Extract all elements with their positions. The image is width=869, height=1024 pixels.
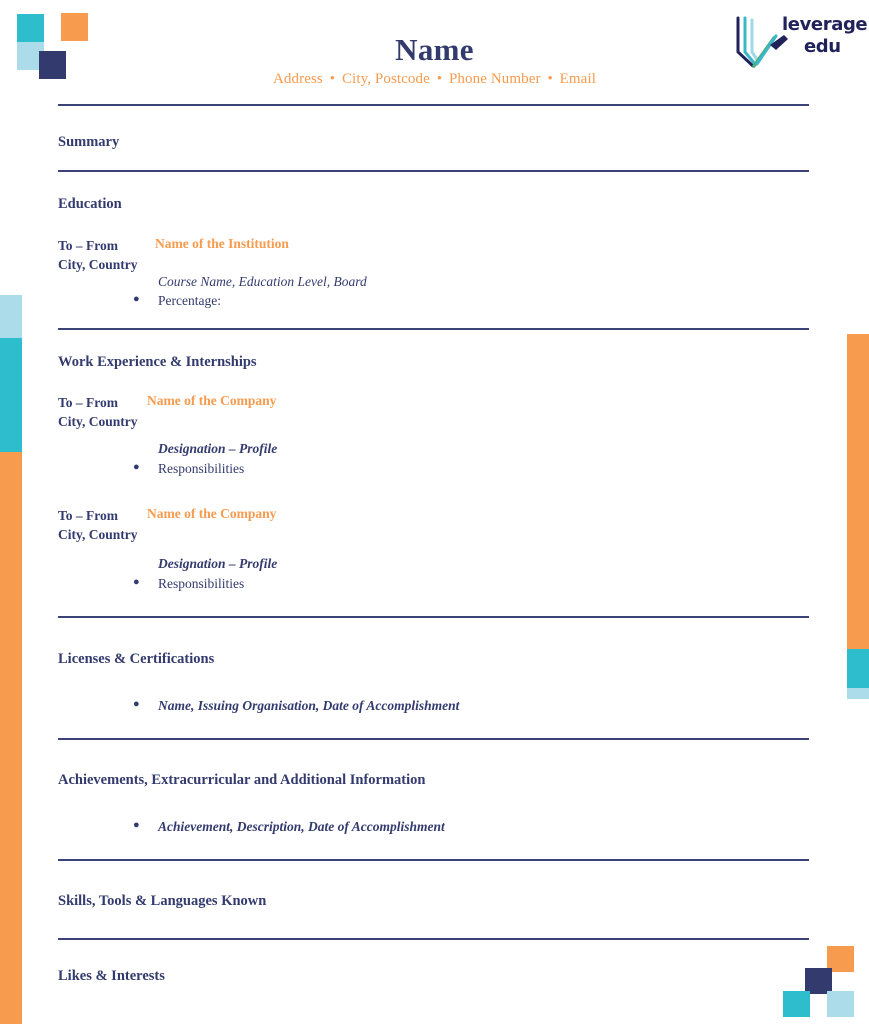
logo-wordmark: leverage edu: [782, 14, 868, 57]
section-heading-likes: Likes & Interests: [58, 968, 165, 984]
work-bullet-text: Responsibilities: [158, 461, 245, 476]
contact-phone: Phone Number: [448, 71, 541, 87]
leverage-edu-logo: leverage edu: [728, 14, 868, 72]
divider-licenses: [58, 738, 809, 740]
work-bullet: ● Responsibilities: [133, 576, 244, 592]
education-location: City, Country: [58, 257, 138, 272]
section-heading-education: Education: [58, 196, 122, 212]
education-bullet-text: Percentage:: [158, 293, 221, 308]
deco-strip-left-teal: [0, 338, 22, 452]
licenses-bullet-text: Name, Issuing Organisation, Date of Acco…: [158, 698, 460, 713]
work-location: City, Country: [58, 414, 138, 429]
deco-square-teal-bottomright: [783, 991, 810, 1017]
section-heading-achievements: Achievements, Extracurricular and Additi…: [58, 772, 426, 788]
contact-line: Address • City, Postcode • Phone Number …: [0, 71, 869, 88]
bullet-separator-icon: •: [329, 71, 336, 87]
licenses-bullet: ● Name, Issuing Organisation, Date of Acc…: [133, 698, 459, 714]
work-dates: To – From: [58, 395, 119, 410]
divider-summary: [58, 170, 809, 172]
logo-line2: edu: [804, 36, 841, 57]
bullet-separator-icon: •: [547, 71, 553, 87]
deco-strip-right-lightblue: [847, 688, 869, 699]
work-date-location: To – From City, Country: [58, 506, 138, 544]
contact-address: Address: [273, 71, 323, 87]
divider-skills: [58, 938, 809, 940]
bullet-point-icon: ●: [133, 698, 140, 710]
work-location: City, Country: [58, 527, 138, 542]
bullet-point-icon: ●: [133, 461, 140, 473]
education-institution: Name of the Institution: [155, 236, 289, 251]
work-dates: To – From: [58, 508, 119, 523]
bullet-point-icon: ●: [133, 576, 140, 588]
resume-page: Name Address • City, Postcode • Phone Nu…: [0, 0, 869, 1024]
bullet-point-icon: ●: [133, 293, 140, 305]
deco-strip-left-lightblue: [0, 295, 22, 338]
work-company: Name of the Company: [147, 506, 277, 521]
education-bullet: ● Percentage:: [133, 293, 221, 309]
divider-header: [58, 104, 809, 106]
divider-achievements: [58, 859, 809, 861]
section-heading-work: Work Experience & Internships: [58, 354, 257, 370]
deco-strip-left-orange: [0, 452, 22, 1024]
work-date-location: To – From City, Country: [58, 393, 138, 431]
education-dates: To – From: [58, 238, 119, 253]
bullet-separator-icon: •: [436, 71, 443, 87]
contact-city: City, Postcode: [341, 71, 430, 87]
divider-education: [58, 328, 809, 330]
work-company: Name of the Company: [147, 393, 277, 408]
work-bullet: ● Responsibilities: [133, 461, 244, 477]
education-date-location: To – From City, Country: [58, 236, 138, 274]
deco-square-lightblue-bottomright: [827, 991, 854, 1017]
deco-strip-right-orange: [847, 334, 869, 649]
logo-line1: leverage: [782, 14, 868, 35]
achievements-bullet-text: Achievement, Description, Date of Accomp…: [158, 819, 445, 834]
achievements-bullet: ● Achievement, Description, Date of Accom…: [133, 819, 445, 835]
work-designation: Designation – Profile: [158, 556, 278, 571]
section-heading-licenses: Licenses & Certifications: [58, 651, 215, 667]
deco-strip-right-teal: [847, 649, 869, 688]
education-course-line: Course Name, Education Level, Board: [158, 274, 367, 289]
section-heading-skills: Skills, Tools & Languages Known: [58, 893, 267, 909]
bullet-point-icon: ●: [133, 819, 140, 831]
work-bullet-text: Responsibilities: [158, 576, 245, 591]
work-designation: Designation – Profile: [158, 441, 278, 456]
divider-work: [58, 616, 809, 618]
contact-email: Email: [559, 71, 596, 87]
section-heading-summary: Summary: [58, 134, 120, 150]
